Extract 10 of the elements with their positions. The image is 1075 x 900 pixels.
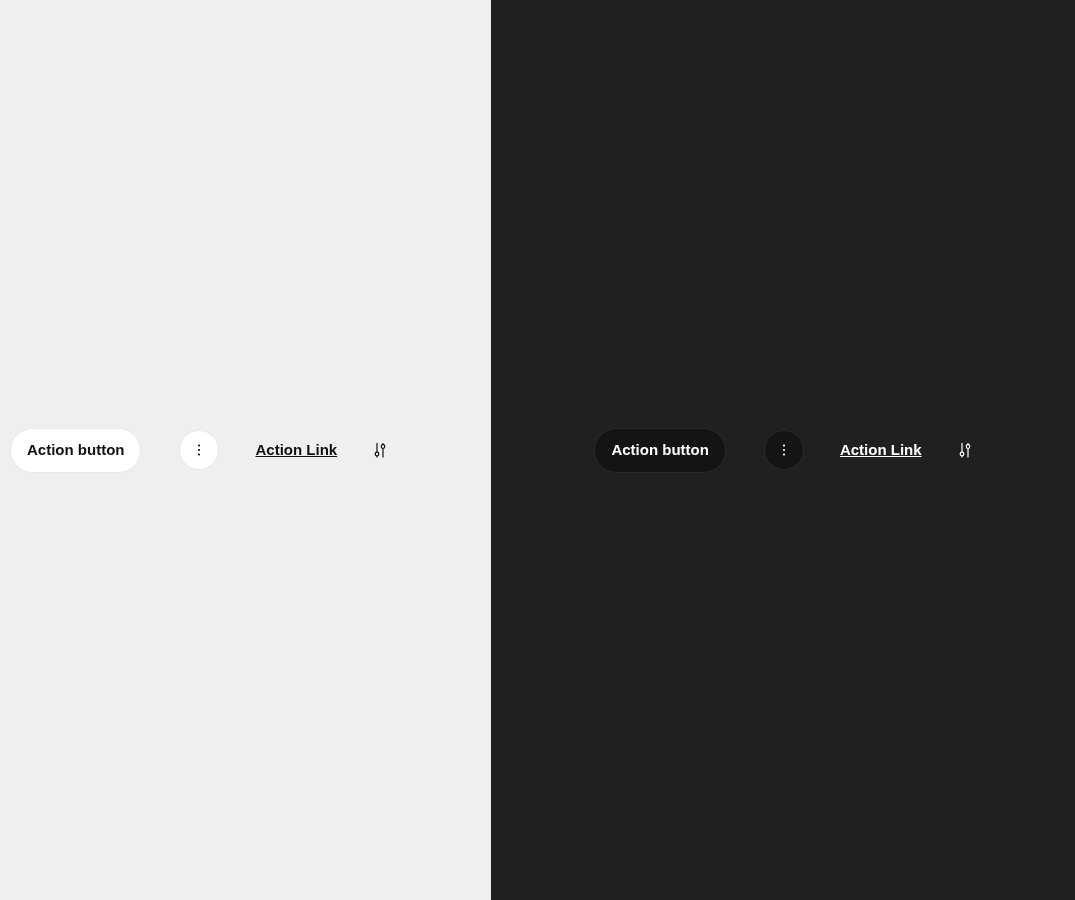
sliders-icon: [957, 442, 972, 458]
filter-button[interactable]: [957, 442, 972, 458]
action-link[interactable]: Action Link: [255, 438, 338, 462]
sliders-icon: [373, 442, 388, 458]
more-icon: [197, 444, 202, 456]
action-button[interactable]: Action button: [10, 427, 142, 473]
more-icon: [781, 444, 786, 456]
filter-button[interactable]: [373, 442, 388, 458]
action-link[interactable]: Action Link: [839, 438, 922, 462]
action-button[interactable]: Action button: [594, 427, 726, 473]
